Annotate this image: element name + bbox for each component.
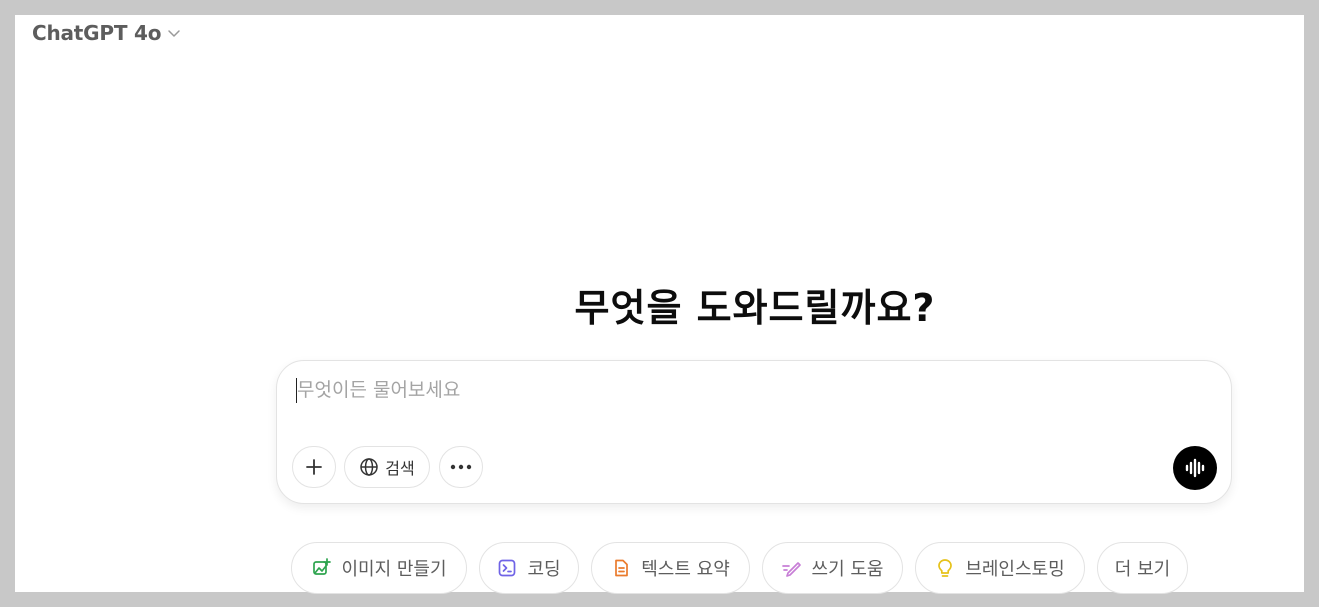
terminal-icon	[499, 559, 516, 577]
globe-icon	[360, 458, 379, 476]
chip-label: 브레인스토밍	[965, 559, 1065, 580]
suggestion-chips: 이미지 만들기 코딩 텍스트 요약 쓰기 도움 브레인스토밍 더 보기	[15, 542, 1304, 594]
chip-label: 코딩	[527, 559, 561, 580]
chip-brainstorm[interactable]: 브레인스토밍	[915, 542, 1085, 594]
chip-writing-help[interactable]: 쓰기 도움	[762, 542, 903, 594]
chevron-down-icon	[168, 30, 181, 37]
document-icon	[615, 559, 629, 577]
chip-coding[interactable]: 코딩	[479, 542, 579, 594]
chip-label: 텍스트 요약	[641, 559, 730, 580]
model-selector[interactable]: ChatGPT 4o	[32, 21, 181, 45]
chip-summarize-text[interactable]: 텍스트 요약	[591, 542, 750, 594]
chip-label: 더 보기	[1114, 559, 1171, 580]
chip-see-more[interactable]: 더 보기	[1097, 542, 1188, 594]
app-frame: ChatGPT 4o 무엇을 도와드릴까요? 검색	[15, 15, 1304, 594]
add-attachment-button[interactable]	[292, 446, 336, 488]
chip-label: 쓰기 도움	[811, 559, 884, 580]
plus-icon	[306, 459, 322, 475]
prompt-input[interactable]	[297, 375, 1157, 405]
pen-icon	[781, 562, 801, 577]
lightbulb-icon	[938, 559, 953, 577]
model-name: ChatGPT 4o	[32, 21, 162, 45]
more-horizontal-icon	[450, 464, 472, 470]
voice-waveform-icon	[1185, 458, 1205, 478]
search-button[interactable]: 검색	[344, 446, 430, 488]
image-create-icon	[313, 558, 332, 575]
prompt-composer: 검색	[276, 360, 1232, 504]
chip-create-image[interactable]: 이미지 만들기	[291, 542, 467, 594]
more-options-button[interactable]	[439, 446, 483, 488]
search-label: 검색	[385, 459, 415, 478]
page-title: 무엇을 도와드릴까요?	[574, 286, 936, 330]
voice-mode-button[interactable]	[1173, 446, 1217, 490]
chip-label: 이미지 만들기	[341, 559, 447, 580]
